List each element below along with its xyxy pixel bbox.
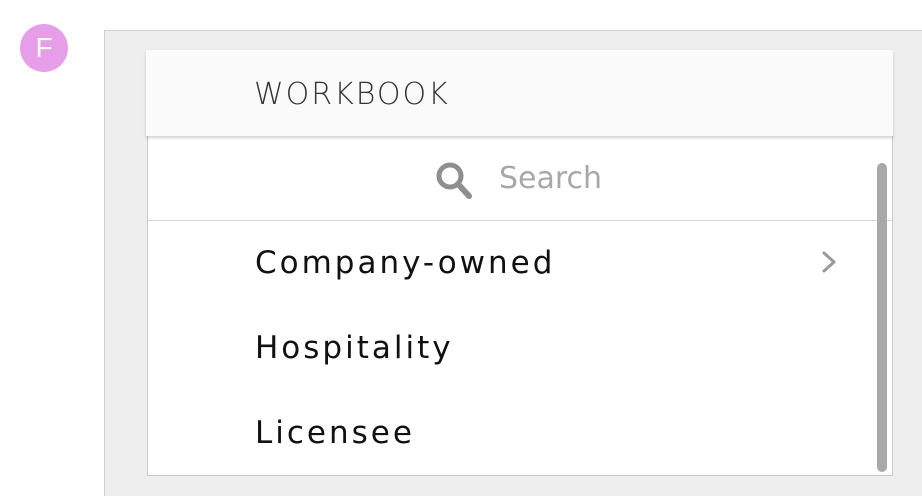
chevron-right-icon bbox=[822, 251, 836, 273]
scrollbar[interactable] bbox=[877, 163, 887, 472]
list-item-label: Licensee bbox=[255, 415, 415, 451]
list-item-hospitality[interactable]: Hospitality bbox=[148, 306, 868, 390]
panel-header: WORKBOOK bbox=[146, 50, 893, 136]
search-input[interactable] bbox=[499, 158, 799, 198]
panel-title: WORKBOOK bbox=[254, 77, 450, 112]
list-item-label: Company-owned bbox=[255, 245, 556, 281]
workbook-list: Company-owned Hospitality Licensee bbox=[147, 136, 893, 476]
list-item-licensee[interactable]: Licensee bbox=[148, 391, 868, 475]
list-item-label: Hospitality bbox=[255, 330, 454, 366]
search-icon bbox=[436, 162, 472, 199]
search-bar[interactable] bbox=[148, 136, 893, 221]
list-item-company-owned[interactable]: Company-owned bbox=[148, 221, 868, 305]
step-badge: F bbox=[20, 24, 68, 72]
